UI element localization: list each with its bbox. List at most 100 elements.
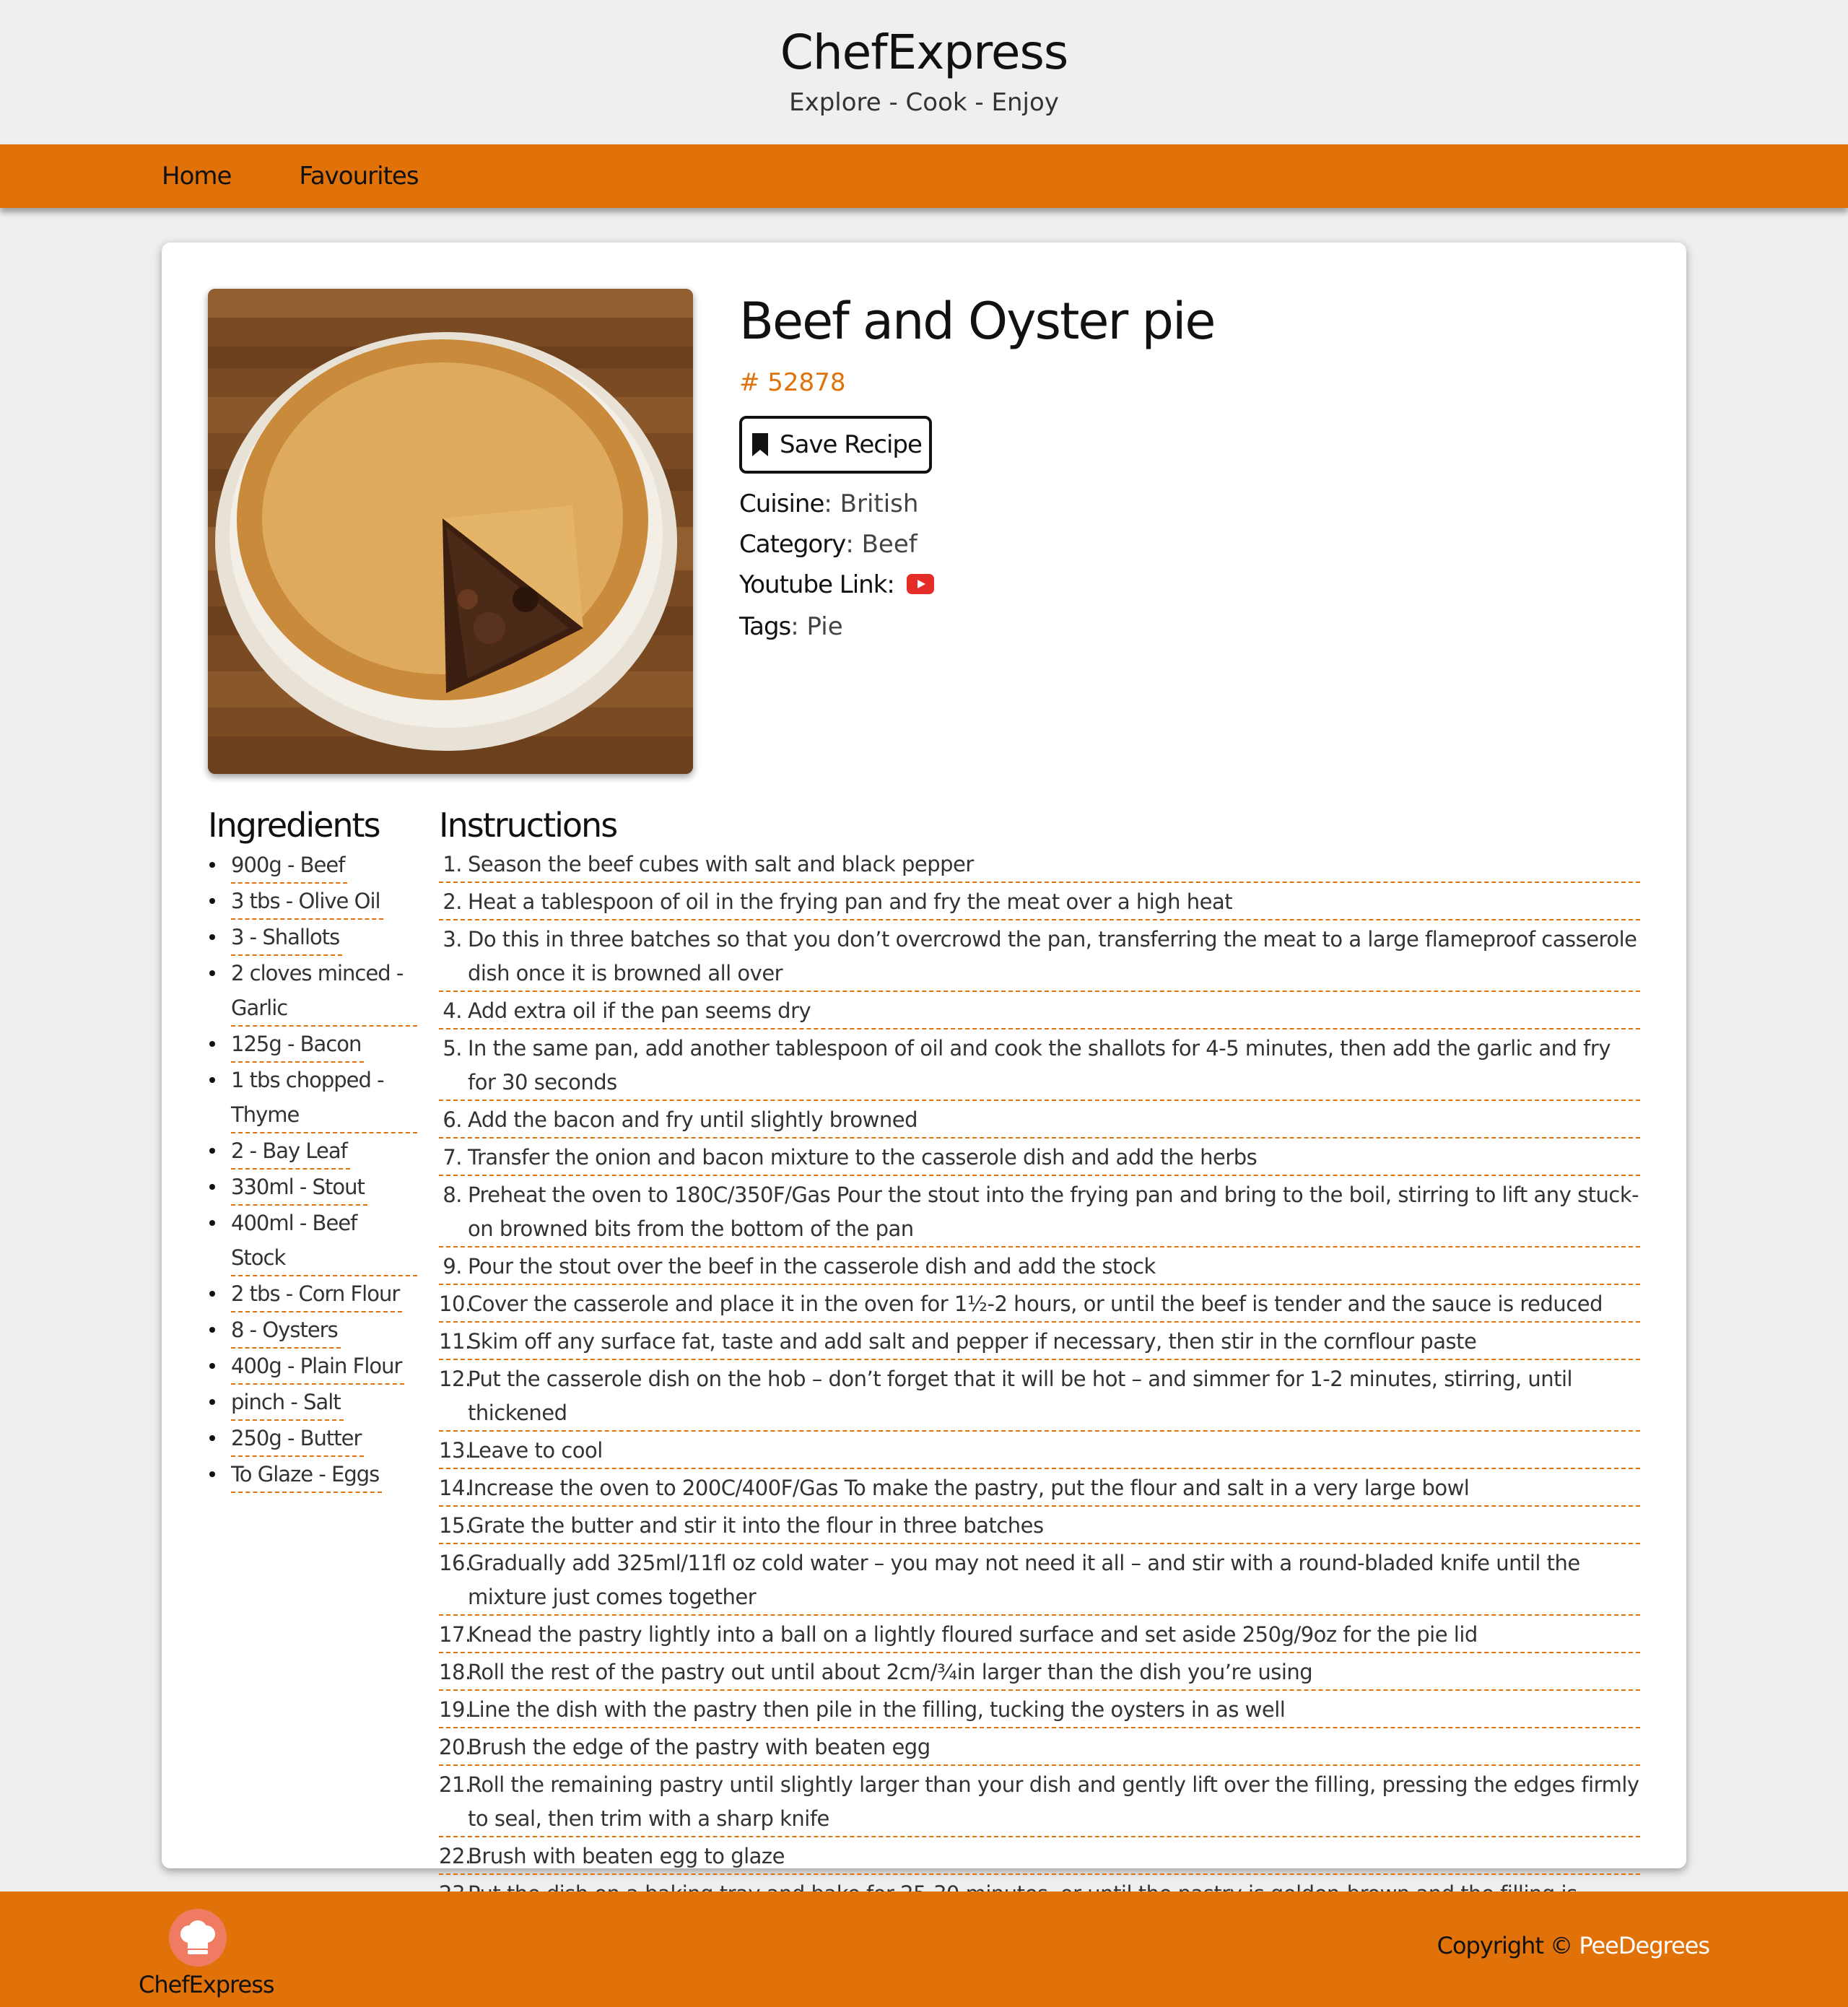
instruction-step: 16. Gradually add 325ml/11fl oz cold wate… bbox=[439, 1546, 1640, 1616]
nav-favourites-link[interactable]: Favourites bbox=[299, 162, 419, 191]
ingredient-text: To Glaze - Eggs bbox=[231, 1457, 383, 1493]
recipe-title: Beef and Oyster pie bbox=[739, 292, 1216, 351]
step-number: 1. bbox=[443, 852, 462, 876]
step-number: 15. bbox=[439, 1513, 471, 1538]
step-number: 20. bbox=[439, 1735, 471, 1759]
tags-label: Tags bbox=[739, 611, 791, 641]
step-number: 17. bbox=[439, 1622, 471, 1647]
site-header: ChefExpress Explore - Cook - Enjoy bbox=[0, 0, 1848, 144]
step-text: Skim off any surface fat, taste and add … bbox=[468, 1329, 1477, 1354]
ingredients-heading: Ingredients bbox=[208, 806, 381, 845]
bookmark-icon bbox=[752, 433, 768, 456]
youtube-link[interactable] bbox=[906, 566, 934, 606]
category-value: Beef bbox=[861, 530, 918, 559]
instruction-step: 2. Heat a tablespoon of oil in the frying… bbox=[439, 885, 1640, 920]
ingredient-item: To Glaze - Eggs bbox=[208, 1457, 417, 1493]
ingredient-text: 3 tbs - Olive Oil bbox=[231, 884, 383, 920]
ingredient-item: pinch - Salt bbox=[208, 1385, 417, 1421]
site-footer: ChefExpress Copyright © PeeDegrees bbox=[0, 1891, 1848, 2007]
copyright-text: Copyright © bbox=[1437, 1932, 1574, 1959]
step-number: 19. bbox=[439, 1697, 471, 1722]
recipe-meta: Cuisine: British Category: Beef Youtube … bbox=[739, 484, 1214, 647]
youtube-icon bbox=[906, 573, 934, 594]
step-number: 14. bbox=[439, 1476, 471, 1500]
instructions-section: Instructions 1. Season the beef cubes wit… bbox=[439, 806, 1640, 1949]
ingredient-item: 2 cloves minced - Garlic bbox=[208, 956, 417, 1027]
cuisine-value: British bbox=[840, 489, 919, 518]
step-text: Brush with beaten egg to glaze bbox=[468, 1844, 785, 1868]
chef-hat-icon bbox=[180, 1920, 215, 1954]
step-text: Knead the pastry lightly into a ball on … bbox=[468, 1622, 1478, 1647]
step-number: 21. bbox=[439, 1772, 471, 1797]
step-number: 3. bbox=[443, 927, 462, 952]
ingredient-item: 2 tbs - Corn Flour bbox=[208, 1276, 417, 1312]
step-number: 10. bbox=[439, 1292, 471, 1316]
instruction-step: 7. Transfer the onion and bacon mixture t… bbox=[439, 1141, 1640, 1176]
ingredient-text: pinch - Salt bbox=[231, 1385, 344, 1421]
step-text: Add extra oil if the pan seems dry bbox=[468, 998, 811, 1023]
ingredients-list: 900g - Beef 3 tbs - Olive Oil 3 - Shallots… bbox=[208, 848, 417, 1493]
ingredients-section: Ingredients 900g - Beef 3 tbs - Olive Oil… bbox=[208, 806, 417, 1493]
step-text: Add the bacon and fry until slightly bro… bbox=[468, 1107, 918, 1132]
ingredient-text: 1 tbs chopped - Thyme bbox=[231, 1063, 417, 1133]
cuisine-row: Cuisine: British bbox=[739, 489, 919, 518]
instruction-step: 21. Roll the remaining pastry until sligh… bbox=[439, 1768, 1640, 1837]
logo-circle bbox=[169, 1909, 227, 1967]
instruction-step: 17. Knead the pastry lightly into a ball … bbox=[439, 1618, 1640, 1653]
instruction-step: 14. Increase the oven to 200C/400F/Gas To… bbox=[439, 1471, 1640, 1507]
step-text: Grate the butter and stir it into the fl… bbox=[468, 1513, 1044, 1538]
instruction-step: 20. Brush the edge of the pastry with bea… bbox=[439, 1730, 1640, 1766]
nav-home-link[interactable]: Home bbox=[162, 162, 232, 191]
step-number: 5. bbox=[443, 1036, 462, 1061]
recipe-info: Beef and Oyster pie # 52878 Save Recipe … bbox=[739, 289, 1216, 647]
step-number: 4. bbox=[443, 998, 462, 1023]
site-tagline: Explore - Cook - Enjoy bbox=[789, 88, 1059, 117]
ingredient-item: 2 - Bay Leaf bbox=[208, 1133, 417, 1170]
ingredient-item: 330ml - Stout bbox=[208, 1170, 417, 1206]
step-text: Transfer the onion and bacon mixture to … bbox=[468, 1145, 1258, 1170]
step-number: 9. bbox=[443, 1254, 462, 1279]
pie-image bbox=[208, 289, 693, 774]
step-number: 16. bbox=[439, 1551, 471, 1575]
instructions-heading: Instructions bbox=[439, 806, 618, 845]
step-text: Line the dish with the pastry then pile … bbox=[468, 1697, 1286, 1722]
save-recipe-label: Save Recipe bbox=[780, 430, 923, 459]
navbar: Home Favourites bbox=[0, 144, 1848, 208]
ingredient-text: 125g - Bacon bbox=[231, 1027, 365, 1063]
step-text: Season the beef cubes with salt and blac… bbox=[468, 852, 974, 876]
step-number: 22. bbox=[439, 1844, 471, 1868]
cuisine-label: Cuisine bbox=[739, 489, 824, 518]
step-text: Increase the oven to 200C/400F/Gas To ma… bbox=[468, 1476, 1470, 1500]
ingredient-text: 400g - Plain Flour bbox=[231, 1349, 405, 1385]
category-row: Category: Beef bbox=[739, 530, 918, 559]
ingredient-text: 3 - Shallots bbox=[231, 920, 343, 956]
youtube-label: Youtube Link: bbox=[739, 570, 895, 599]
ingredient-item: 8 - Oysters bbox=[208, 1312, 417, 1349]
instruction-step: 19. Line the dish with the pastry then pi… bbox=[439, 1693, 1640, 1728]
step-text: Brush the edge of the pastry with beaten… bbox=[468, 1735, 930, 1759]
step-number: 2. bbox=[443, 889, 462, 914]
footer-logo[interactable]: ChefExpress bbox=[139, 1909, 275, 1998]
step-text: Put the casserole dish on the hob – don’… bbox=[468, 1367, 1573, 1425]
tags-row: Tags: Pie bbox=[739, 611, 843, 641]
instruction-step: 8. Preheat the oven to 180C/350F/Gas Pour… bbox=[439, 1178, 1640, 1248]
step-text: In the same pan, add another tablespoon … bbox=[468, 1036, 1611, 1094]
ingredient-text: 900g - Beef bbox=[231, 848, 348, 884]
ingredient-item: 3 - Shallots bbox=[208, 920, 417, 956]
ingredient-item: 400ml - Beef Stock bbox=[208, 1206, 417, 1276]
step-text: Pour the stout over the beef in the cass… bbox=[468, 1254, 1156, 1279]
ingredient-item: 1 tbs chopped - Thyme bbox=[208, 1063, 417, 1133]
save-recipe-button[interactable]: Save Recipe bbox=[739, 416, 932, 474]
step-number: 11. bbox=[439, 1329, 471, 1354]
instruction-step: 12. Put the casserole dish on the hob – d… bbox=[439, 1362, 1640, 1432]
author-link[interactable]: PeeDegrees bbox=[1579, 1932, 1710, 1959]
step-text: Preheat the oven to 180C/350F/Gas Pour t… bbox=[468, 1183, 1639, 1241]
instruction-step: 10. Cover the casserole and place it in t… bbox=[439, 1287, 1640, 1323]
instruction-step: 11. Skim off any surface fat, taste and a… bbox=[439, 1325, 1640, 1360]
recipe-id: # 52878 bbox=[739, 368, 846, 397]
ingredient-text: 400ml - Beef Stock bbox=[231, 1206, 417, 1276]
ingredient-text: 2 - Bay Leaf bbox=[231, 1133, 350, 1170]
instruction-step: 6. Add the bacon and fry until slightly b… bbox=[439, 1103, 1640, 1139]
instruction-step: 1. Season the beef cubes with salt and bl… bbox=[439, 848, 1640, 883]
instruction-step: 13. Leave to cool bbox=[439, 1434, 1640, 1469]
